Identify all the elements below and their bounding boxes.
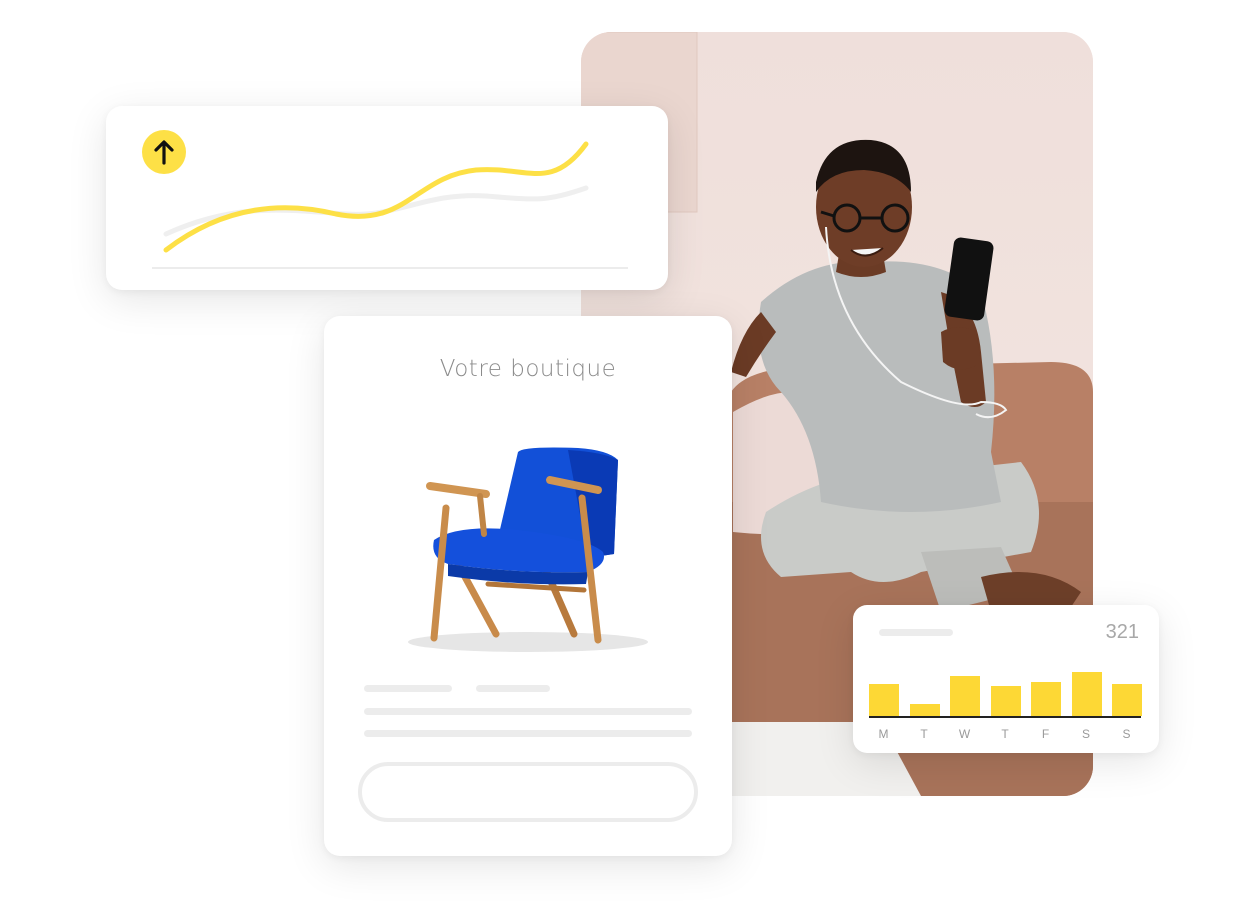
shop-title: Votre boutique (439, 356, 617, 382)
trend-card (106, 106, 668, 290)
bar-1 (909, 704, 940, 716)
day-label: F (1041, 727, 1051, 741)
day-label: S (1081, 727, 1091, 741)
day-label: T (920, 727, 929, 741)
trend-line-chart (152, 141, 628, 269)
sales-stats-card: 321 M T W T F S S (853, 605, 1159, 753)
description-line-placeholder (364, 730, 692, 737)
stats-label-placeholder (879, 629, 953, 636)
comparison-line (163, 185, 589, 237)
bar-2 (950, 676, 980, 716)
bar-chart-baseline (869, 716, 1141, 718)
bar-6 (1112, 684, 1142, 716)
day-label: M (878, 727, 890, 741)
day-label: T (1001, 727, 1010, 741)
day-label: S (1122, 727, 1132, 741)
bar-0 (869, 684, 899, 716)
bar-4 (1031, 682, 1061, 716)
product-price-placeholder (476, 685, 550, 692)
bar-3 (990, 686, 1021, 716)
bar-5 (1071, 672, 1102, 716)
armchair-product-image[interactable] (398, 434, 658, 664)
sales-count: 321 (1105, 621, 1139, 643)
shop-card: Votre boutique (324, 316, 732, 856)
day-label: W (958, 727, 972, 741)
add-to-cart-button[interactable] (358, 762, 698, 822)
product-name-placeholder (364, 685, 452, 692)
description-line-placeholder (364, 708, 692, 715)
